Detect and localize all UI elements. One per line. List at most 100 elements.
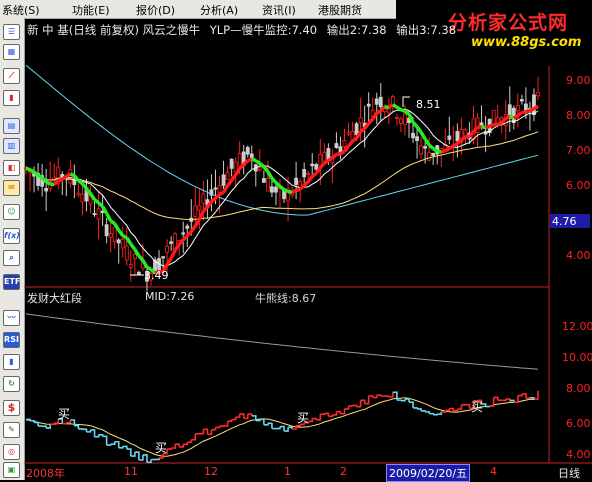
trend-segment: [361, 129, 365, 132]
trend-segment: [70, 174, 74, 175]
period-label[interactable]: 日线: [558, 465, 580, 481]
indicator-step: [171, 444, 175, 448]
candle-body: [129, 265, 132, 268]
trend-segment: [99, 203, 103, 207]
indicator-step: [224, 421, 228, 426]
trend-segment: [421, 132, 425, 139]
candle-body: [403, 114, 406, 125]
trend-segment: [280, 186, 284, 189]
chart-title-bar: 新 中 基(日线 前复权) 风云之慢牛 YLP—慢牛监控:7.40 输出2:7.…: [27, 22, 456, 38]
trend-segment: [95, 200, 99, 203]
candle-body: [448, 136, 451, 139]
indicator-step: [421, 411, 425, 412]
trend-segment: [195, 219, 199, 226]
indicator-step: [191, 434, 195, 440]
price-tick-4: 4.00: [566, 249, 591, 262]
trend-segment: [46, 182, 50, 184]
indicator-step: [30, 421, 34, 423]
trend-segment: [191, 226, 195, 232]
trend-segment: [167, 258, 171, 264]
price-tick-6: 6.00: [566, 179, 591, 192]
stock-title: 新 中 基(日线 前复权) 风云之慢牛: [27, 23, 200, 37]
trend-segment: [425, 139, 429, 145]
trend-segment: [534, 106, 538, 109]
output3-value: 输出3:7.38: [396, 23, 456, 37]
trend-segment: [30, 170, 34, 172]
indicator-value: YLP—慢牛监控:7.40: [210, 23, 317, 37]
candle-body: [464, 130, 467, 136]
trend-segment: [296, 189, 300, 190]
trend-segment: [461, 137, 465, 140]
candle-body: [359, 118, 362, 123]
date-axis: 2008年 11 12 1 2 2009/02/20/五 4 日线: [24, 463, 592, 480]
candle-body: [218, 186, 221, 193]
candle-body: [420, 146, 423, 154]
indicator-step: [42, 426, 46, 428]
trend-segment: [284, 190, 288, 192]
trend-segment: [183, 236, 187, 240]
trend-segment: [252, 159, 256, 161]
trend-segment: [397, 107, 401, 109]
date-tick-2: 2: [340, 465, 347, 478]
date-tick-11: 11: [124, 465, 138, 478]
candle-body: [117, 240, 120, 243]
buy-signal-3: 买: [297, 411, 309, 425]
trend-segment: [518, 112, 522, 115]
indicator-step: [385, 396, 389, 397]
buy-signal-1: 买: [58, 407, 70, 421]
candle-body: [343, 141, 346, 147]
ind-tick-6: 6.00: [566, 417, 591, 430]
ind-tick-12: 12.00: [562, 320, 592, 333]
candle-body: [367, 104, 370, 106]
cursor-date: 2009/02/20/五: [386, 464, 470, 482]
candle-body: [121, 239, 124, 248]
trend-segment: [449, 146, 453, 148]
trend-segment: [433, 149, 437, 152]
candle-body: [125, 246, 128, 260]
trend-segment: [26, 168, 30, 170]
candle-body: [162, 257, 165, 258]
trend-segment: [66, 174, 70, 176]
trend-segment: [203, 207, 207, 211]
candle-body: [258, 168, 261, 170]
candle-body: [77, 193, 80, 195]
trend-segment: [324, 160, 328, 163]
candle-body: [262, 179, 265, 183]
indicator-step: [228, 420, 232, 422]
kline-chart[interactable]: 9.00 8.00 7.00 6.00 4.00 4.76 12.00 10.0…: [0, 0, 592, 480]
candle-body: [186, 226, 189, 228]
indicator-step: [486, 406, 490, 407]
date-tick-12: 12: [204, 465, 218, 478]
indicator-step: [320, 413, 324, 414]
trend-segment: [224, 186, 228, 193]
indicator-step: [268, 423, 272, 428]
trend-segment: [377, 111, 381, 113]
candle-body: [73, 180, 76, 184]
trend-segment: [349, 141, 353, 146]
trend-segment: [405, 111, 409, 114]
trend-segment: [220, 193, 224, 195]
indicator-step: [518, 394, 522, 396]
trend-segment: [111, 221, 115, 224]
candle-body: [532, 95, 535, 115]
candle-body: [416, 137, 419, 141]
indicator-step: [502, 399, 506, 400]
indicator-title-bar: 发财大红段 MID:7.26 牛熊线:8.67: [27, 290, 547, 304]
candle-body: [295, 178, 298, 184]
trend-segment: [344, 146, 348, 151]
trend-segment: [187, 232, 191, 236]
indicator-step: [236, 414, 240, 417]
trend-segment: [353, 138, 357, 141]
high-price-label: 8.51: [416, 98, 441, 111]
indicator-step: [445, 409, 449, 411]
candle-body: [355, 124, 358, 135]
trend-segment: [107, 213, 111, 221]
trend-segment: [228, 180, 232, 185]
trend-segment: [332, 154, 336, 158]
candle-body: [226, 173, 229, 180]
indicator-step: [417, 409, 421, 411]
mid-value: MID:7.26: [145, 290, 194, 303]
trend-segment: [131, 244, 135, 249]
candle-body: [97, 209, 100, 219]
trend-segment: [119, 230, 123, 235]
